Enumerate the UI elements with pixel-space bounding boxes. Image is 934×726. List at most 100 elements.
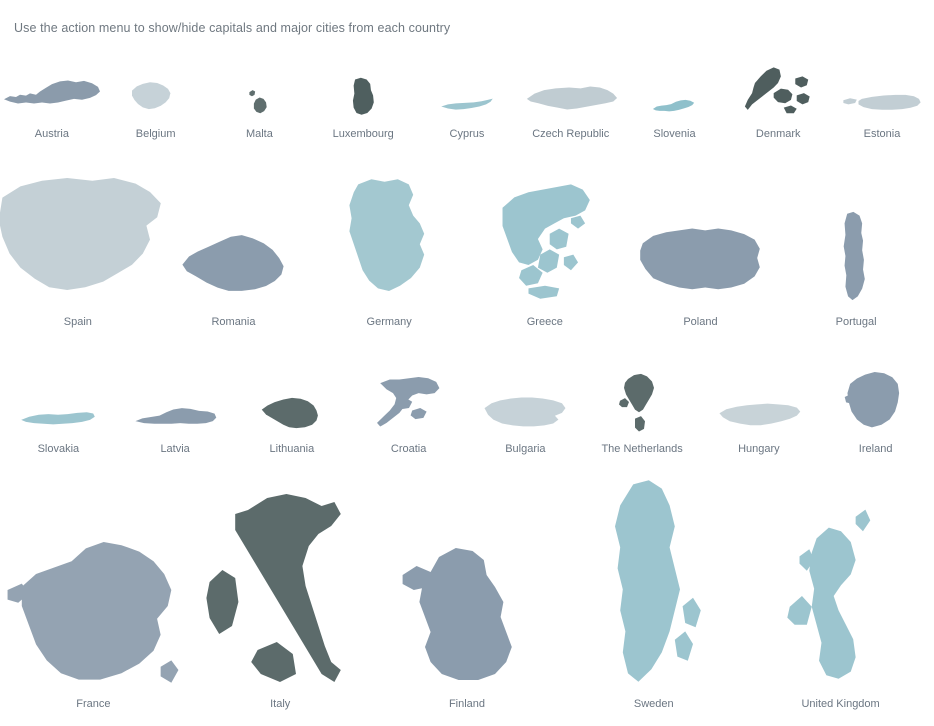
country-cell[interactable]: Romania [156, 222, 312, 328]
country-label: Estonia [863, 128, 901, 140]
country-cell[interactable]: Belgium [104, 78, 208, 140]
country-label: Poland [683, 316, 718, 328]
country-cell[interactable]: Spain [0, 164, 161, 328]
country-label: Italy [270, 698, 291, 710]
country-silhouette [441, 98, 493, 110]
country-label: The Netherlands [601, 443, 683, 455]
country-cell[interactable]: Austria [0, 74, 104, 140]
country-row-1: Austria Belgium Malta Luxembourg Cyprus Czech… [0, 50, 934, 140]
country-cell[interactable]: Croatia [350, 372, 467, 455]
silhouette-path [719, 403, 801, 426]
country-cell[interactable]: Latvia [117, 400, 234, 455]
silhouette-path [7, 542, 179, 683]
country-cell[interactable]: Czech Republic [519, 76, 623, 140]
country-silhouette [653, 99, 695, 112]
country-shape-cyprus[interactable] [415, 94, 519, 120]
silhouette-path [206, 494, 341, 682]
country-cell[interactable]: Germany [311, 174, 467, 328]
country-silhouette [719, 403, 801, 426]
country-shape-netherlands[interactable] [584, 370, 701, 434]
country-cell[interactable]: Hungary [701, 394, 818, 455]
country-shape-portugal[interactable] [778, 208, 934, 304]
country-shape-malta[interactable] [208, 86, 312, 120]
silhouette-path [843, 94, 921, 110]
country-cell[interactable]: Estonia [830, 86, 934, 140]
country-shape-hungary[interactable] [701, 394, 818, 434]
country-shape-austria[interactable] [0, 74, 104, 120]
country-cell[interactable]: Luxembourg [311, 76, 415, 140]
country-label: Portugal [835, 316, 877, 328]
country-cell[interactable]: Bulgaria [467, 386, 584, 455]
country-silhouette [131, 82, 171, 110]
country-cell[interactable]: Sweden [560, 476, 747, 710]
country-label: Ireland [858, 443, 893, 455]
country-row-2: Spain Romania Germany Greece Poland Portugal [0, 163, 934, 328]
country-label: Finland [448, 698, 486, 710]
country-shape-ireland[interactable] [817, 368, 934, 434]
country-cell[interactable]: Ireland [817, 368, 934, 455]
country-cell[interactable]: Malta [208, 86, 312, 140]
country-cell[interactable]: Lithuania [234, 392, 351, 455]
silhouette-path [402, 548, 512, 680]
silhouette-path [182, 235, 285, 291]
country-shape-greece[interactable] [467, 174, 623, 304]
country-shape-estonia[interactable] [830, 86, 934, 120]
silhouette-path [249, 90, 268, 114]
country-shape-latvia[interactable] [117, 400, 234, 434]
country-silhouette [843, 94, 921, 110]
country-cell[interactable]: Slovenia [623, 96, 727, 140]
silhouette-path [261, 397, 318, 429]
silhouette-path [619, 373, 655, 432]
country-silhouette [182, 235, 285, 291]
country-shape-lithuania[interactable] [234, 392, 351, 434]
country-label: Slovakia [37, 443, 80, 455]
country-label: Bulgaria [505, 443, 546, 455]
country-shape-luxembourg[interactable] [311, 76, 415, 120]
country-cell[interactable]: Cyprus [415, 94, 519, 140]
country-label: Austria [34, 128, 69, 140]
country-shape-sweden[interactable] [560, 476, 747, 686]
country-label: France [76, 698, 111, 710]
country-shape-bulgaria[interactable] [467, 386, 584, 434]
country-cell[interactable]: France [0, 526, 187, 710]
country-shape-spain[interactable] [0, 164, 161, 304]
country-label: Belgium [135, 128, 176, 140]
country-label: Lithuania [269, 443, 315, 455]
country-cell[interactable]: Denmark [726, 64, 830, 140]
silhouette-path [349, 179, 425, 291]
country-shape-germany[interactable] [311, 174, 467, 304]
country-cell[interactable]: Poland [623, 212, 779, 328]
country-silhouette [619, 373, 655, 432]
country-shape-czech[interactable] [519, 76, 623, 120]
country-cell[interactable]: Greece [467, 174, 623, 328]
country-cell[interactable]: Portugal [778, 208, 934, 328]
country-shape-croatia[interactable] [350, 372, 467, 434]
country-label: Denmark [755, 128, 801, 140]
country-shape-uk[interactable] [747, 506, 934, 686]
country-shape-denmark[interactable] [726, 64, 830, 120]
country-shape-france[interactable] [0, 526, 187, 686]
country-shape-finland[interactable] [374, 536, 561, 686]
country-shape-slovakia[interactable] [0, 402, 117, 434]
country-cell[interactable]: The Netherlands [584, 370, 701, 455]
country-shape-italy[interactable] [187, 486, 374, 686]
country-shape-belgium[interactable] [104, 78, 208, 120]
silhouette-path [614, 480, 701, 682]
country-cell[interactable]: United Kingdom [747, 506, 934, 710]
country-shape-romania[interactable] [156, 222, 312, 304]
country-silhouette [7, 542, 179, 683]
country-shape-poland[interactable] [623, 212, 779, 304]
silhouette-path [484, 397, 566, 427]
silhouette-path [131, 82, 171, 110]
country-silhouette [249, 90, 268, 114]
country-label: Spain [63, 316, 92, 328]
country-silhouette [786, 509, 870, 679]
silhouette-path [653, 99, 695, 112]
country-shape-slovenia[interactable] [623, 96, 727, 120]
country-cell[interactable]: Italy [187, 486, 374, 710]
silhouette-path [844, 371, 899, 428]
country-cell[interactable]: Finland [374, 536, 561, 710]
country-label: Slovenia [653, 128, 696, 140]
silhouette-path [843, 211, 865, 301]
country-cell[interactable]: Slovakia [0, 402, 117, 455]
